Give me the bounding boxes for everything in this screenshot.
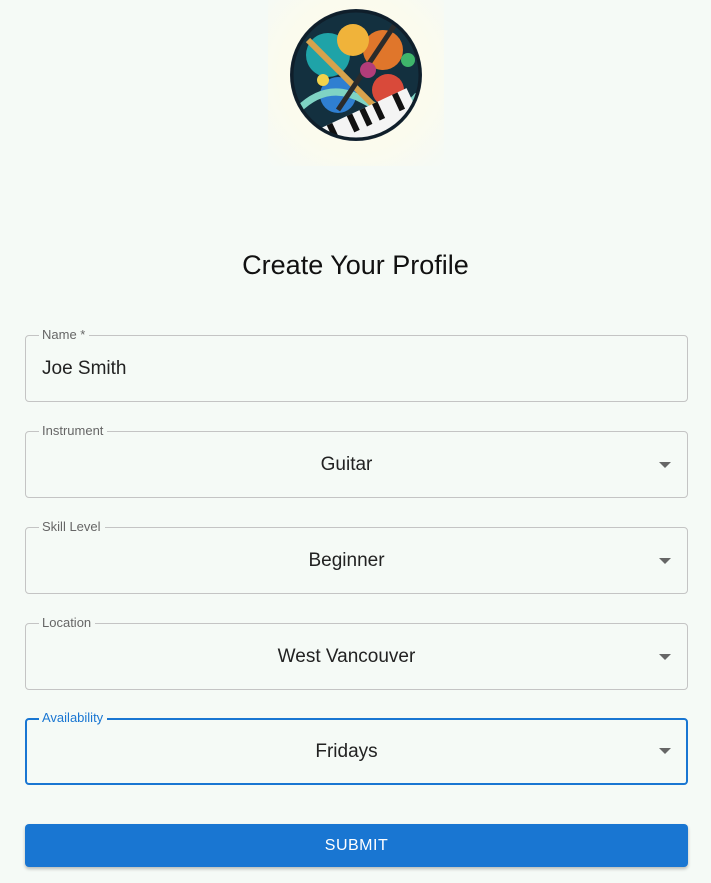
logo-illustration-icon bbox=[290, 9, 422, 141]
location-value: West Vancouver bbox=[277, 645, 416, 667]
availability-select[interactable]: Availability Fridays bbox=[25, 710, 688, 785]
instrument-dropdown-arrow-icon[interactable] bbox=[659, 461, 671, 468]
location-dropdown-arrow-icon[interactable] bbox=[659, 653, 671, 660]
name-field[interactable]: Name * Joe Smith bbox=[25, 327, 688, 402]
availability-dropdown-arrow-icon[interactable] bbox=[659, 747, 671, 754]
skill-level-dropdown-arrow-icon[interactable] bbox=[659, 557, 671, 564]
availability-value: Fridays bbox=[315, 740, 378, 762]
page-title: Create Your Profile bbox=[242, 250, 469, 280]
submit-button[interactable]: SUBMIT bbox=[25, 824, 688, 867]
skill-level-select[interactable]: Skill Level Beginner bbox=[25, 519, 688, 594]
profile-page: Create Your Profile Name * Joe Smith Ins… bbox=[0, 0, 711, 883]
music-instruments-logo bbox=[268, 0, 444, 166]
skill-level-value: Beginner bbox=[308, 549, 385, 571]
location-select[interactable]: Location West Vancouver bbox=[25, 615, 688, 690]
name-input-value[interactable]: Joe Smith bbox=[42, 336, 126, 401]
instrument-select[interactable]: Instrument Guitar bbox=[25, 423, 688, 498]
instrument-value: Guitar bbox=[320, 453, 373, 475]
